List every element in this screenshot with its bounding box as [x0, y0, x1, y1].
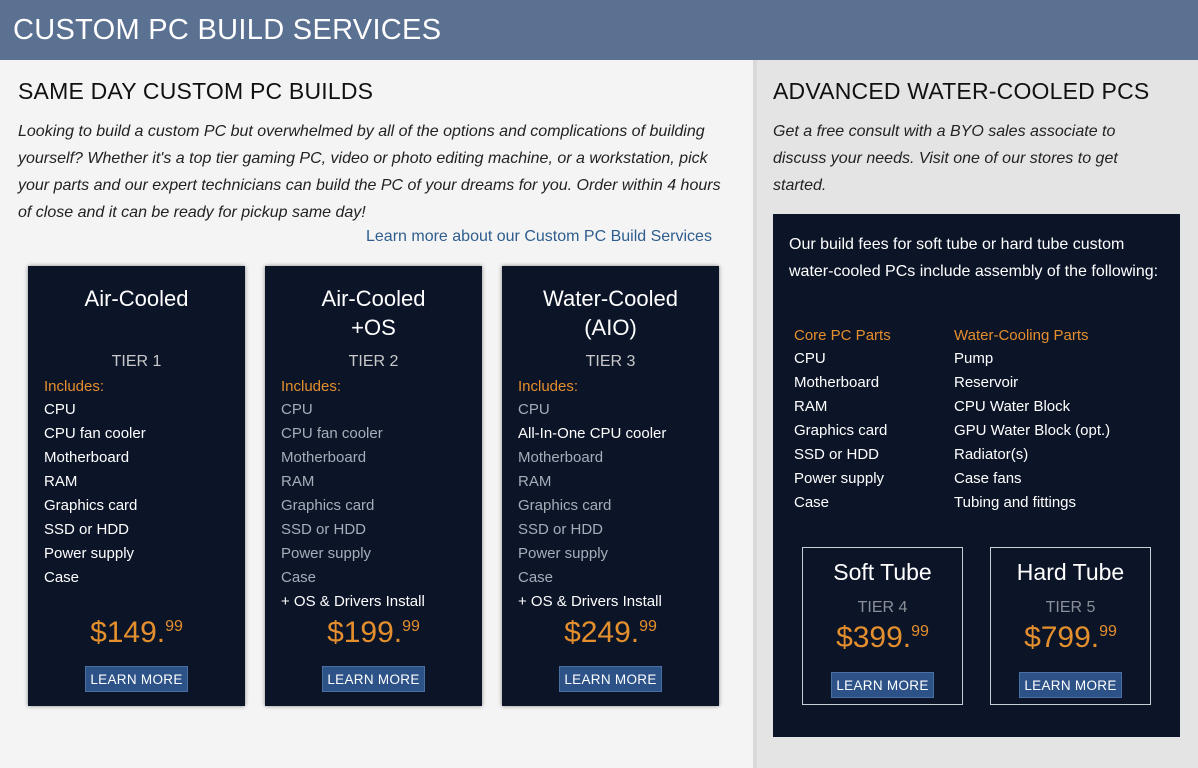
list-item: CPU: [44, 401, 76, 418]
list-item: GPU Water Block (opt.): [954, 422, 1111, 439]
soft-tube-tier: TIER 4: [857, 599, 908, 616]
tier-3-includes-label: Includes:: [518, 378, 579, 395]
list-item: Case: [281, 569, 317, 586]
list-item: Case: [794, 494, 830, 511]
list-item: Tubing and fittings: [954, 494, 1077, 511]
list-item: Motherboard: [44, 449, 130, 466]
tier-3-card: Water-Cooled (AIO) TIER 3 Includes: CPU A…: [502, 266, 719, 706]
tier-2-learn-more-button[interactable]: LEARN MORE: [322, 666, 425, 692]
core-parts-list: CPU Motherboard RAM Graphics card SSD or…: [794, 347, 887, 515]
soft-tube-learn-more-button[interactable]: LEARN MORE: [831, 672, 934, 698]
tier-1-title: Air-Cooled: [84, 286, 189, 311]
list-item: CPU: [281, 401, 313, 418]
list-item: All-In-One CPU cooler: [518, 425, 667, 442]
list-item: CPU Water Block: [954, 398, 1071, 415]
list-item: SSD or HDD: [518, 521, 604, 538]
list-item: Case: [518, 569, 554, 586]
water-cooling-parts-heading: Water-Cooling Parts: [954, 327, 1089, 344]
page-title: CUSTOM PC BUILD SERVICES: [13, 14, 442, 46]
soft-tube-title: Soft Tube: [833, 559, 932, 585]
list-item: SSD or HDD: [44, 521, 130, 538]
list-item: Motherboard: [281, 449, 367, 466]
list-item: + OS & Drivers Install: [518, 593, 662, 610]
list-item: RAM: [44, 473, 78, 490]
list-item: Reservoir: [954, 374, 1019, 391]
list-item: CPU: [518, 401, 550, 418]
hard-tube-tier: TIER 5: [1045, 599, 1096, 616]
list-item: Power supply: [518, 545, 609, 562]
tier-2-price: $199.99: [327, 616, 420, 649]
hard-tube-card: Hard Tube TIER 5 $799.99 LEARN MORE: [990, 547, 1151, 705]
tier-3-title: Water-Cooled (AIO): [543, 286, 678, 340]
list-item: RAM: [518, 473, 552, 490]
soft-tube-card: Soft Tube TIER 4 $399.99 LEARN MORE: [802, 547, 963, 705]
list-item: Pump: [954, 350, 994, 367]
water-cooled-intro: Get a free consult with a BYO sales asso…: [773, 123, 1118, 194]
list-item: Motherboard: [518, 449, 604, 466]
list-item: Power supply: [281, 545, 372, 562]
list-item: SSD or HDD: [281, 521, 367, 538]
tier-2-title: Air-Cooled +OS: [321, 286, 426, 340]
tier-2-includes-label: Includes:: [281, 378, 342, 395]
learn-more-build-services-link[interactable]: Learn more about our Custom PC Build Ser…: [366, 228, 712, 246]
tier-1-includes-label: Includes:: [44, 378, 105, 395]
tier-3-price: $249.99: [564, 616, 657, 649]
list-item: SSD or HDD: [794, 446, 880, 463]
list-item: Case: [44, 569, 80, 586]
tier-3-label: TIER 3: [585, 353, 636, 370]
tier-2-items: CPU CPU fan cooler Motherboard RAM Graph…: [281, 398, 425, 614]
list-item: + OS & Drivers Install: [281, 593, 425, 610]
water-cooled-box-intro: Our build fees for soft tube or hard tub…: [789, 236, 1159, 280]
list-item: Graphics card: [794, 422, 888, 439]
tier-2-label: TIER 2: [348, 353, 399, 370]
page-header: CUSTOM PC BUILD SERVICES: [0, 0, 1198, 60]
core-parts-heading: Core PC Parts: [794, 327, 891, 344]
water-cooling-parts-list: Pump Reservoir CPU Water Block GPU Water…: [954, 347, 1110, 515]
soft-tube-price: $399.99: [836, 621, 929, 654]
list-item: CPU fan cooler: [281, 425, 383, 442]
same-day-title: SAME DAY CUSTOM PC BUILDS: [18, 78, 374, 104]
tier-1-learn-more-button[interactable]: LEARN MORE: [85, 666, 188, 692]
same-day-intro: Looking to build a custom PC but overwhe…: [18, 123, 721, 221]
list-item: CPU: [794, 350, 826, 367]
water-cooled-box: Our build fees for soft tube or hard tub…: [773, 214, 1180, 737]
hard-tube-learn-more-button[interactable]: LEARN MORE: [1019, 672, 1122, 698]
tier-1-label: TIER 1: [111, 353, 162, 370]
tier-1-price: $149.99: [90, 616, 183, 649]
list-item: Graphics card: [518, 497, 612, 514]
water-cooled-title: ADVANCED WATER-COOLED PCS: [773, 78, 1150, 104]
list-item: Power supply: [44, 545, 135, 562]
tier-1-items: CPU CPU fan cooler Motherboard RAM Graph…: [44, 398, 146, 590]
list-item: Power supply: [794, 470, 885, 487]
tier-2-card: Air-Cooled +OS TIER 2 Includes: CPU CPU f…: [265, 266, 482, 706]
list-item: Graphics card: [44, 497, 138, 514]
tier-1-card: Air-Cooled TIER 1 Includes: CPU CPU fan …: [28, 266, 245, 706]
tier-3-items: CPU All-In-One CPU cooler Motherboard RA…: [518, 398, 666, 614]
hard-tube-title: Hard Tube: [1016, 559, 1125, 585]
list-item: RAM: [281, 473, 315, 490]
list-item: Case fans: [954, 470, 1022, 487]
tier-3-learn-more-button[interactable]: LEARN MORE: [559, 666, 662, 692]
list-item: Motherboard: [794, 374, 880, 391]
list-item: Radiator(s): [954, 446, 1029, 463]
list-item: RAM: [794, 398, 828, 415]
list-item: CPU fan cooler: [44, 425, 146, 442]
hard-tube-price: $799.99: [1024, 621, 1117, 654]
list-item: Graphics card: [281, 497, 375, 514]
